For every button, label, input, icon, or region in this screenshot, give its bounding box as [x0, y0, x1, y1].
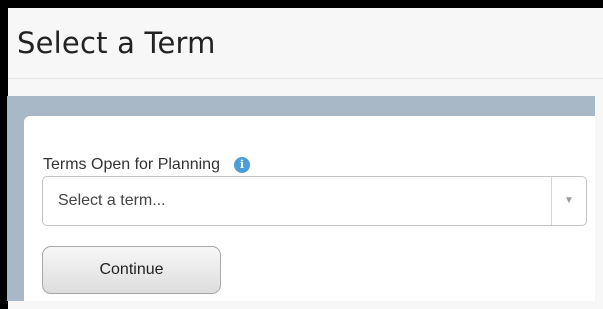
term-select-placeholder: Select a term... — [58, 192, 166, 209]
continue-button[interactable]: Continue — [42, 246, 221, 294]
chevron-down-icon[interactable]: ▼ — [552, 177, 586, 225]
page-title: Select a Term — [17, 26, 216, 60]
term-field-label: Terms Open for Planning — [43, 156, 220, 173]
info-icon[interactable]: i — [233, 157, 250, 173]
term-field-label-row: Terms Open for Planning i — [43, 154, 250, 176]
term-select[interactable]: Select a term... ▼ — [42, 176, 587, 226]
title-divider — [8, 78, 603, 79]
